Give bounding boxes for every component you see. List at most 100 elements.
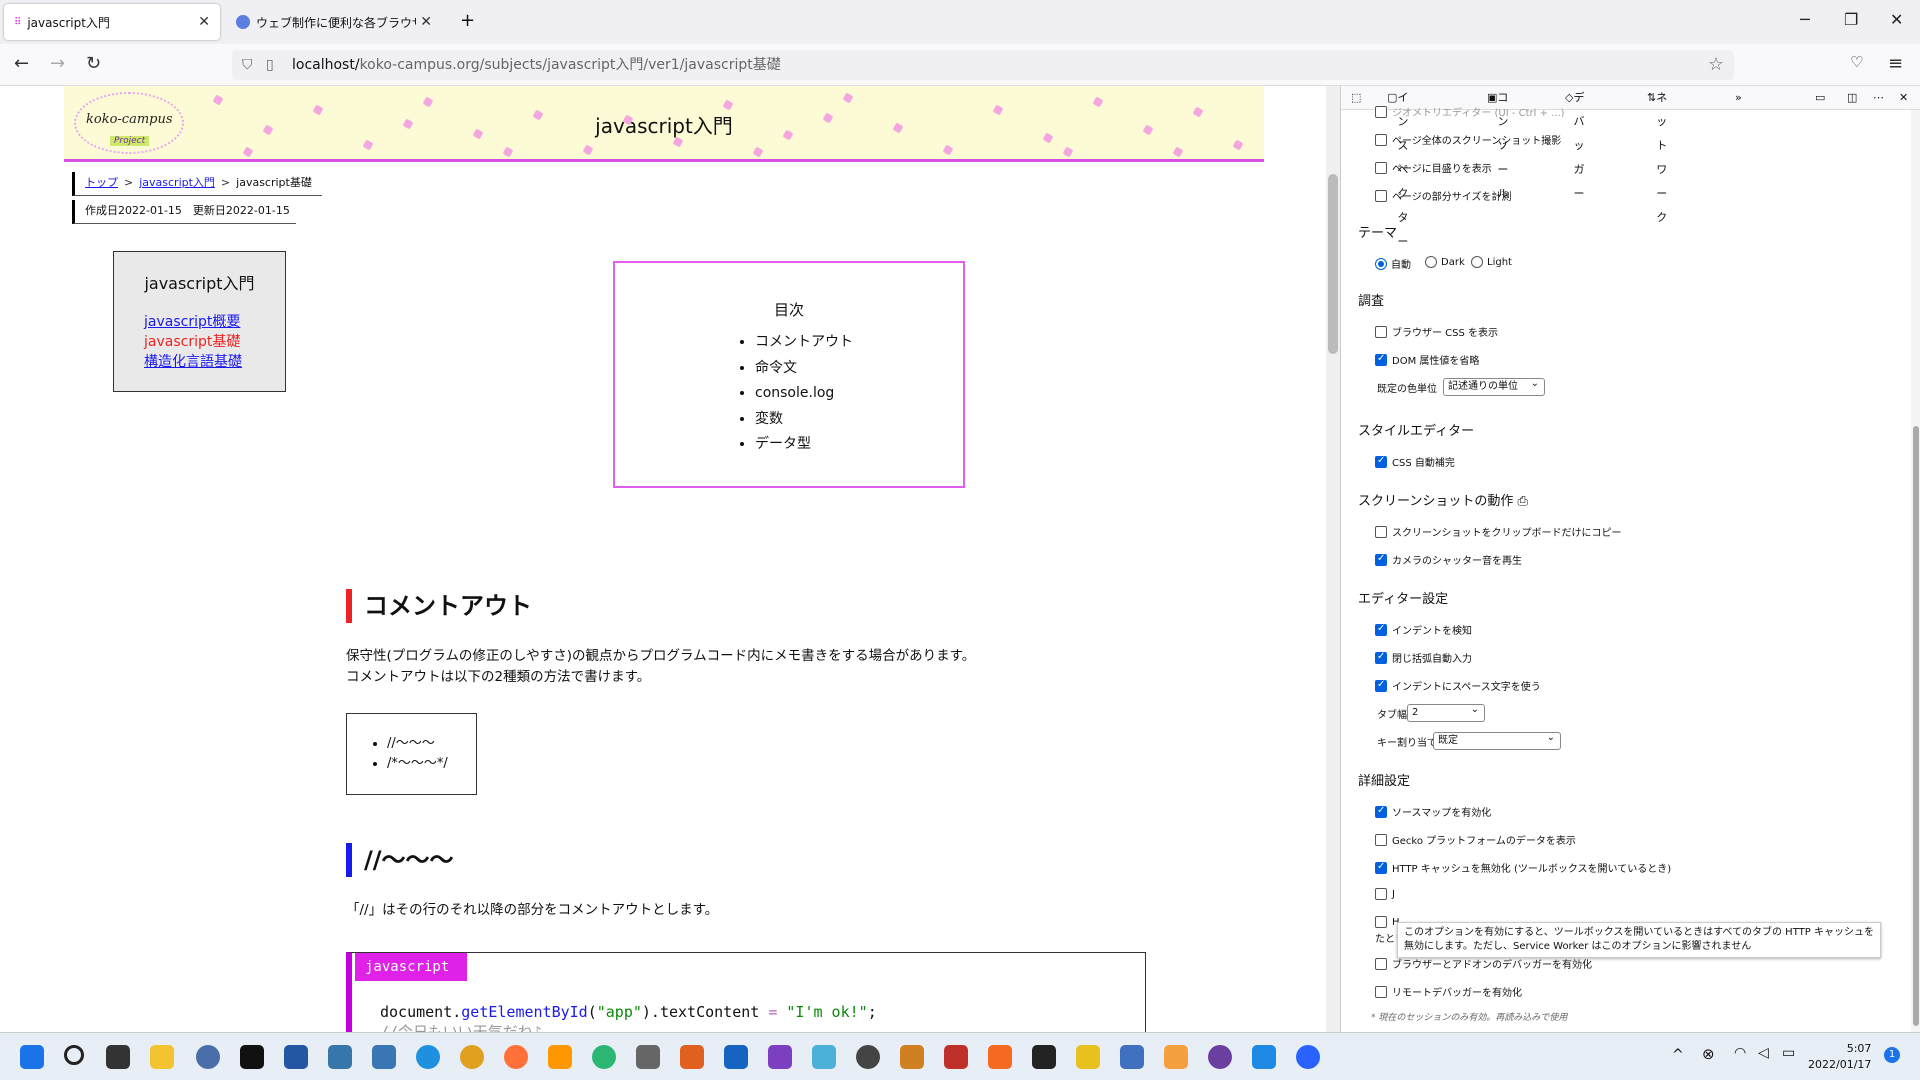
app2-icon[interactable] [1076, 1045, 1100, 1069]
keymap-select[interactable]: 既定 [1433, 730, 1561, 750]
checkbox-cut[interactable]: ジオメトリエディター (UI - Ctrl + ...) [1375, 104, 1565, 119]
element-picker-icon[interactable]: ⬚ [1351, 86, 1361, 110]
battery-icon[interactable]: ▭ [1782, 1045, 1795, 1061]
app4-icon[interactable] [1164, 1045, 1188, 1069]
remote-desktop-icon[interactable] [636, 1045, 660, 1069]
color-unit-select[interactable]: 記述通りの単位 [1443, 376, 1545, 396]
chrome-icon[interactable] [460, 1045, 484, 1069]
shield-icon[interactable]: ⛉ [242, 50, 253, 80]
edge-icon[interactable] [416, 1045, 440, 1069]
checkbox-browser-css[interactable]: ブラウザー CSS を表示 [1375, 324, 1498, 339]
breadcrumb-top-link[interactable]: トップ [85, 176, 118, 189]
radio-theme-auto[interactable]: 自動 [1375, 256, 1411, 271]
tab-web-tools[interactable]: ウェブ制作に便利な各ブラウザの開発... ✕ [226, 4, 442, 40]
sidebar-link-overview[interactable]: javascript概要 [144, 314, 240, 330]
clock[interactable]: 5:07 2022/01/17 [1808, 1041, 1871, 1073]
app-icon[interactable] [856, 1045, 880, 1069]
snipping-icon[interactable] [812, 1045, 836, 1069]
settings-icon[interactable] [196, 1045, 220, 1069]
checkbox-css-autocomplete[interactable]: CSS 自動補完 [1375, 454, 1455, 469]
bracket-app-icon[interactable] [724, 1045, 748, 1069]
tab-debugger[interactable]: ◇ デバッガー [1565, 86, 1584, 200]
close-devtools-icon[interactable]: ✕ [1899, 86, 1908, 110]
toc-item[interactable]: データ型 [755, 432, 963, 458]
url-bar[interactable]: ⛉ ▯ localhost/koko-campus.org/subjects/j… [232, 50, 1734, 80]
radio-theme-light[interactable]: Light [1471, 256, 1512, 268]
tab-network[interactable]: ⇅ ネットワーク [1647, 86, 1667, 224]
section-editor: エディター設定 [1358, 592, 1449, 607]
restore-button[interactable]: ❐ [1844, 10, 1858, 29]
wifi-icon[interactable]: ◠ [1734, 1045, 1746, 1061]
paint-icon[interactable] [900, 1045, 924, 1069]
start-icon[interactable] [20, 1045, 44, 1069]
radio-theme-dark[interactable]: Dark [1425, 256, 1465, 268]
new-tab-button[interactable]: + [460, 10, 475, 31]
app3-icon[interactable] [1120, 1045, 1144, 1069]
toc-item[interactable]: 命令文 [755, 356, 963, 382]
search-icon[interactable] [64, 1045, 84, 1065]
checkbox-detect-indent[interactable]: インデントを検知 [1375, 622, 1472, 637]
reload-icon[interactable]: ↻ [86, 53, 101, 74]
github-icon[interactable] [1208, 1045, 1232, 1069]
checkbox-measure[interactable]: ページの部分サイズを計測 [1375, 188, 1512, 203]
notification-badge[interactable]: 1 [1884, 1047, 1900, 1063]
task-view-icon[interactable] [106, 1045, 130, 1069]
close-window-button[interactable]: ✕ [1890, 10, 1903, 29]
sidebar-link-structured[interactable]: 構造化言語基礎 [144, 354, 242, 370]
forward-icon[interactable]: → [50, 53, 65, 74]
tab-javascript[interactable]: ⠿ javascript入門 ✕ [4, 4, 220, 40]
python-icon[interactable] [328, 1045, 352, 1069]
filezilla-icon[interactable] [944, 1045, 968, 1069]
back-icon[interactable]: ← [14, 53, 29, 74]
app5-icon[interactable] [1252, 1045, 1276, 1069]
xampp-icon[interactable] [988, 1045, 1012, 1069]
checkbox-indent-spaces[interactable]: インデントにスペース文字を使う [1375, 678, 1541, 693]
terminal-icon[interactable] [240, 1045, 264, 1069]
bookmark-star-icon[interactable]: ☆ [1708, 50, 1724, 80]
python-idle-icon[interactable] [372, 1045, 396, 1069]
app6-icon[interactable] [1296, 1045, 1320, 1069]
checkbox-remote-debugger[interactable]: リモートデバッガーを有効化 [1375, 984, 1522, 999]
checkbox-hidden-2[interactable]: H [1375, 916, 1400, 928]
tray-chevron-icon[interactable]: ^ [1672, 1047, 1684, 1063]
page-scrollbar[interactable] [1326, 86, 1340, 1032]
close-tab-icon[interactable]: ✕ [198, 14, 210, 30]
visual-studio-icon[interactable] [768, 1045, 792, 1069]
inkscape-icon[interactable] [1032, 1045, 1056, 1069]
checkbox-clipboard-only[interactable]: スクリーンショットをクリップボードだけにコピー [1375, 524, 1622, 539]
chatgpt-icon[interactable] [592, 1045, 616, 1069]
sublime-icon[interactable] [548, 1045, 572, 1069]
checkbox-rulers[interactable]: ページに目盛りを表示 [1375, 160, 1492, 175]
pocket-icon[interactable]: ♡ [1850, 53, 1863, 71]
scrollbar-thumb[interactable] [1328, 174, 1338, 354]
checkbox-source-maps[interactable]: ソースマップを有効化 [1375, 804, 1491, 819]
checkbox-gecko-data[interactable]: Gecko プラットフォームのデータを表示 [1375, 832, 1576, 847]
checkbox-fullpage-screenshot[interactable]: ページ全体のスクリーンショット撮影 [1375, 132, 1561, 147]
notes-icon[interactable] [680, 1045, 704, 1069]
toc-item[interactable]: コメントアウト [755, 330, 963, 356]
firefox-icon[interactable] [504, 1045, 528, 1069]
responsive-icon[interactable]: ▭ [1815, 86, 1825, 110]
file-explorer-icon[interactable] [150, 1045, 174, 1069]
more-options-icon[interactable]: ⋯ [1873, 86, 1884, 110]
minimize-button[interactable]: ─ [1800, 10, 1810, 29]
scrollbar-thumb[interactable] [1913, 426, 1919, 1026]
checkbox-disable-cache[interactable]: HTTP キャッシュを無効化 (ツールボックスを開いているとき) [1375, 860, 1671, 875]
checkbox-autoclose-brackets[interactable]: 閉じ括弧自動入力 [1375, 650, 1472, 665]
devtools-scrollbar[interactable] [1911, 110, 1920, 1032]
checkbox-truncate-dom[interactable]: DOM 属性値を省略 [1375, 352, 1479, 367]
tab-width-select[interactable]: 2 [1407, 702, 1485, 722]
menu-icon[interactable]: ≡ [1888, 53, 1903, 74]
close-tab-icon[interactable]: ✕ [420, 14, 432, 30]
toc-item[interactable]: 変数 [755, 407, 963, 433]
checkbox-hidden-1[interactable]: J [1375, 888, 1395, 900]
breadcrumb-course-link[interactable]: javascript入門 [139, 176, 215, 189]
checkbox-browser-debugger[interactable]: ブラウザーとアドオンのデバッガーを有効化 [1375, 956, 1592, 971]
toc-item[interactable]: console.log [755, 381, 963, 407]
volume-icon[interactable]: ◁ [1758, 1045, 1769, 1061]
powershell-icon[interactable] [284, 1045, 308, 1069]
checkbox-shutter-sound[interactable]: カメラのシャッター音を再生 [1375, 552, 1522, 567]
tray-app-icon[interactable]: ⊗ [1702, 1045, 1715, 1063]
dock-icon[interactable]: ◫ [1847, 86, 1857, 110]
more-tabs-icon[interactable]: » [1735, 86, 1742, 110]
